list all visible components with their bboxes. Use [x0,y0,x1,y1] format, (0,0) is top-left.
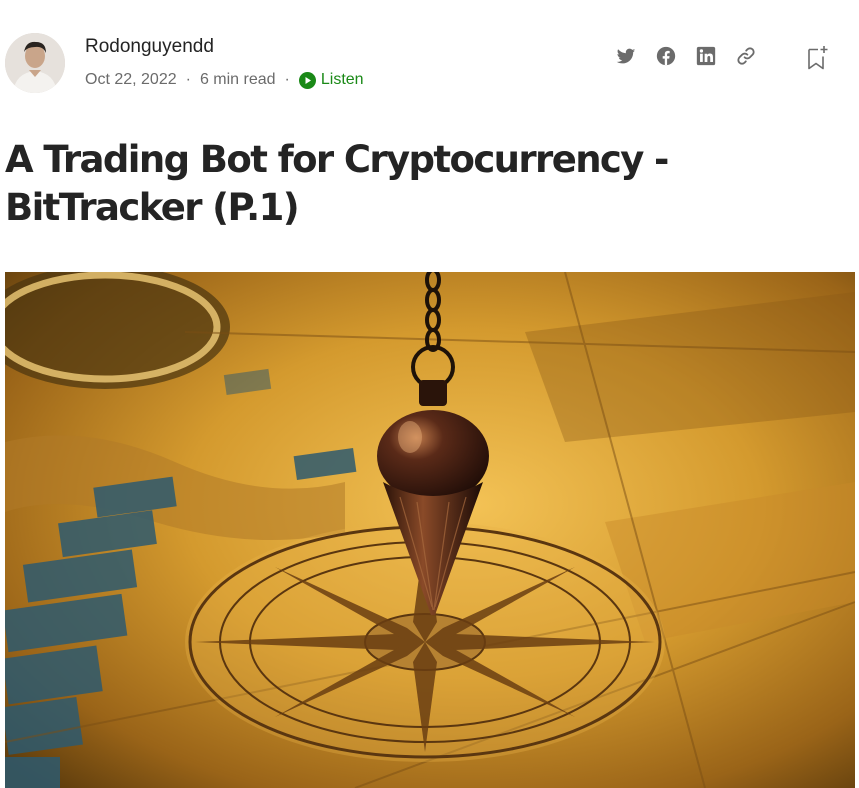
linkedin-icon[interactable] [695,45,717,67]
read-time: 6 min read [199,71,276,88]
author-name[interactable]: Rodonguyendd [85,36,214,58]
twitter-icon[interactable] [615,45,637,67]
article-title: A Trading Bot for Cryptocurrency - BitTr… [5,138,669,229]
meta-separator: · [284,71,290,88]
link-icon[interactable] [735,45,757,67]
article-meta: Oct 22, 2022 · 6 min read · Listen [85,71,364,89]
article-byline: Rodonguyendd Oct 22, 2022 · 6 min read ·… [5,33,855,93]
play-icon [298,71,316,89]
author-avatar[interactable] [5,33,65,93]
pendulum-over-compass-map-image [5,272,855,788]
hero-image [5,272,855,788]
publish-date: Oct 22, 2022 [85,71,177,88]
share-icons [615,45,775,67]
bookmark-add-icon[interactable] [805,45,829,71]
meta-separator: · [185,71,191,88]
facebook-icon[interactable] [655,45,677,67]
listen-label: Listen [320,71,364,88]
listen-button[interactable]: Listen [298,71,364,89]
